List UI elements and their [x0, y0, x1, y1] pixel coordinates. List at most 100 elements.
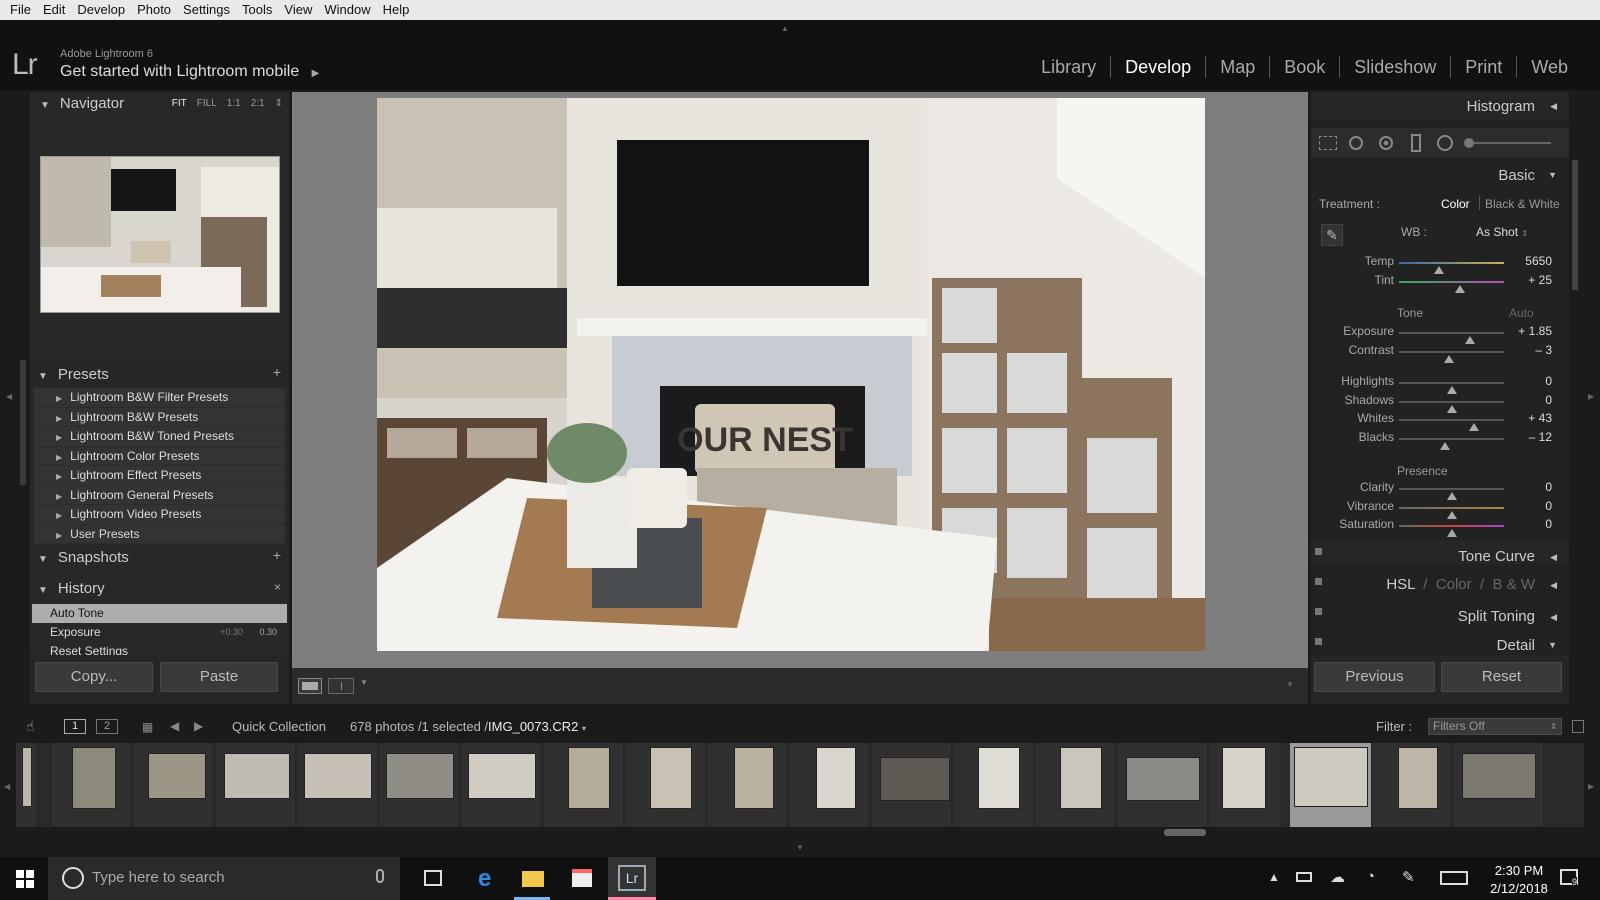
hsl-tab[interactable]: HSL	[1386, 576, 1415, 593]
preset-folder[interactable]: ▶ Lightroom Effect Presets	[34, 466, 285, 486]
treatment-bw-option[interactable]: Black & White	[1485, 197, 1560, 211]
wifi-icon[interactable]: ◔	[1366, 868, 1375, 885]
history-step[interactable]: Auto Tone	[32, 604, 287, 623]
detail-collapse-icon[interactable]: ▼	[1548, 640, 1557, 650]
paste-button[interactable]: Paste	[160, 662, 278, 692]
clear-history-icon[interactable]: ×	[274, 580, 281, 594]
clarity-value[interactable]: 0	[1545, 480, 1552, 494]
menu-photo[interactable]: Photo	[131, 0, 177, 20]
exposure-slider[interactable]	[1399, 332, 1504, 344]
contrast-value[interactable]: – 3	[1535, 343, 1552, 357]
show-hidden-icons-icon[interactable]: ▲	[1268, 870, 1280, 884]
preset-folder[interactable]: ▶ Lightroom Color Presets	[34, 446, 285, 466]
reset-button[interactable]: Reset	[1441, 662, 1562, 692]
collapse-top-icon[interactable]: ▲	[781, 24, 789, 33]
menu-develop[interactable]: Develop	[71, 0, 131, 20]
main-photo[interactable]: OUR NEST	[377, 98, 1205, 651]
disclosure-triangle-icon[interactable]: ▶	[56, 394, 62, 403]
filmstrip-thumbnail[interactable]	[872, 743, 952, 827]
filmstrip-thumbnail[interactable]	[544, 743, 624, 827]
basic-header[interactable]: Basic	[1311, 167, 1569, 184]
filmstrip-left-arrow-icon[interactable]: ◀	[4, 782, 10, 791]
module-develop[interactable]: Develop	[1110, 56, 1205, 78]
filmstrip-thumbnail[interactable]	[216, 743, 296, 827]
snapshots-header[interactable]: ▼ Snapshots	[38, 549, 129, 566]
menu-file[interactable]: File	[4, 0, 37, 20]
history-step[interactable]: Exposure +0.30 0.30	[32, 623, 287, 642]
preset-folder[interactable]: ▶ Lightroom B&W Filter Presets	[34, 388, 285, 408]
detail-header[interactable]: Detail	[1311, 637, 1569, 654]
shadows-slider[interactable]	[1399, 401, 1504, 413]
red-eye-icon[interactable]	[1379, 136, 1393, 150]
tone-curve-expand-icon[interactable]: ◀	[1550, 552, 1557, 563]
radial-filter-icon[interactable]	[1437, 135, 1453, 151]
filmstrip-right-arrow-icon[interactable]: ▶	[1588, 782, 1594, 791]
presets-header[interactable]: ▼ Presets	[38, 366, 109, 383]
highlights-slider[interactable]	[1399, 382, 1504, 394]
hsl-expand-icon[interactable]: ◀	[1550, 580, 1557, 591]
filmstrip-scrollbar[interactable]	[16, 827, 1584, 837]
exposure-value[interactable]: + 1.85	[1518, 324, 1552, 338]
filmstrip-thumbnail[interactable]	[16, 743, 38, 827]
module-print[interactable]: Print	[1450, 56, 1516, 78]
vibrance-slider[interactable]	[1399, 507, 1504, 519]
copy-button[interactable]: Copy...	[35, 662, 153, 692]
histogram-header[interactable]: Histogram	[1311, 98, 1569, 115]
disclosure-triangle-icon[interactable]: ▶	[56, 414, 62, 423]
windows-start-icon[interactable]	[16, 870, 34, 888]
zoom-fill[interactable]: FILL	[197, 98, 217, 109]
secondary-display-icon[interactable]: ☝	[26, 718, 35, 735]
disclosure-triangle-icon[interactable]: ▶	[56, 511, 62, 520]
clock-date[interactable]: 2/12/2018	[1484, 881, 1554, 896]
filmstrip-thumbnail[interactable]	[790, 743, 870, 827]
basic-collapse-icon[interactable]: ▼	[1548, 170, 1557, 180]
preset-folder[interactable]: ▶ Lightroom B&W Presets	[34, 407, 285, 427]
filter-select[interactable]: Filters Off ⇕	[1428, 718, 1562, 735]
action-center-icon[interactable]: 9	[1560, 869, 1578, 887]
blacks-slider[interactable]	[1399, 438, 1504, 450]
filmstrip-thumbnail[interactable]	[708, 743, 788, 827]
hsl-toggle-icon[interactable]	[1315, 578, 1322, 585]
split-toning-header[interactable]: Split Toning	[1311, 608, 1569, 625]
whites-value[interactable]: + 43	[1528, 411, 1552, 425]
module-slideshow[interactable]: Slideshow	[1339, 56, 1450, 78]
color-tab[interactable]: Color	[1436, 576, 1472, 593]
lightroom-mobile-link[interactable]: Get started with Lightroom mobile ▶	[60, 63, 319, 81]
contrast-slider[interactable]	[1399, 351, 1504, 363]
menu-edit[interactable]: Edit	[37, 0, 71, 20]
toolbar-content-dropdown-icon[interactable]: ▼	[1286, 680, 1294, 689]
wb-eyedropper-icon[interactable]: ✎	[1321, 224, 1343, 246]
onedrive-icon[interactable]: ☁	[1330, 868, 1345, 886]
slider-knob[interactable]	[1454, 285, 1465, 293]
filmstrip-thumbnail[interactable]	[626, 743, 706, 827]
auto-tone-button[interactable]: Auto	[1509, 306, 1534, 320]
disclosure-triangle-icon[interactable]: ▶	[56, 531, 62, 540]
filmstrip-thumbnail[interactable]	[462, 743, 542, 827]
back-arrow-icon[interactable]: ◀	[170, 719, 179, 733]
saturation-slider[interactable]	[1399, 525, 1504, 537]
before-after-view-icon[interactable]	[328, 678, 354, 694]
temp-slider[interactable]	[1399, 262, 1504, 274]
module-web[interactable]: Web	[1516, 56, 1582, 78]
preset-folder[interactable]: ▶ Lightroom B&W Toned Presets	[34, 427, 285, 447]
filmstrip-thumbnail[interactable]	[954, 743, 1034, 827]
filmstrip-thumbnail[interactable]	[1454, 743, 1544, 827]
pen-icon[interactable]: ✎	[1402, 868, 1415, 886]
display-1-button[interactable]: 1	[64, 719, 86, 734]
battery-icon[interactable]	[1296, 872, 1312, 882]
lightroom-taskbar-icon[interactable]: Lr	[608, 857, 656, 900]
add-preset-icon[interactable]: +	[273, 364, 281, 380]
edge-icon[interactable]: e	[464, 857, 508, 900]
crop-tool-icon[interactable]	[1319, 136, 1337, 150]
slider-knob[interactable]	[1440, 442, 1451, 450]
menu-window[interactable]: Window	[318, 0, 376, 20]
photo-canvas[interactable]: OUR NEST	[292, 92, 1308, 668]
collapse-left-icon[interactable]: ◀	[6, 392, 12, 401]
preset-folder[interactable]: ▶ Lightroom Video Presets	[34, 505, 285, 525]
zoom-more-icon[interactable]: ⇕	[275, 98, 283, 109]
history-header[interactable]: ▼ History	[38, 580, 105, 597]
filmstrip-thumbnail[interactable]	[1118, 743, 1208, 827]
filmstrip-thumbnail[interactable]	[1372, 743, 1452, 827]
loupe-view-icon[interactable]	[298, 678, 322, 694]
preset-folder[interactable]: ▶ Lightroom General Presets	[34, 485, 285, 505]
